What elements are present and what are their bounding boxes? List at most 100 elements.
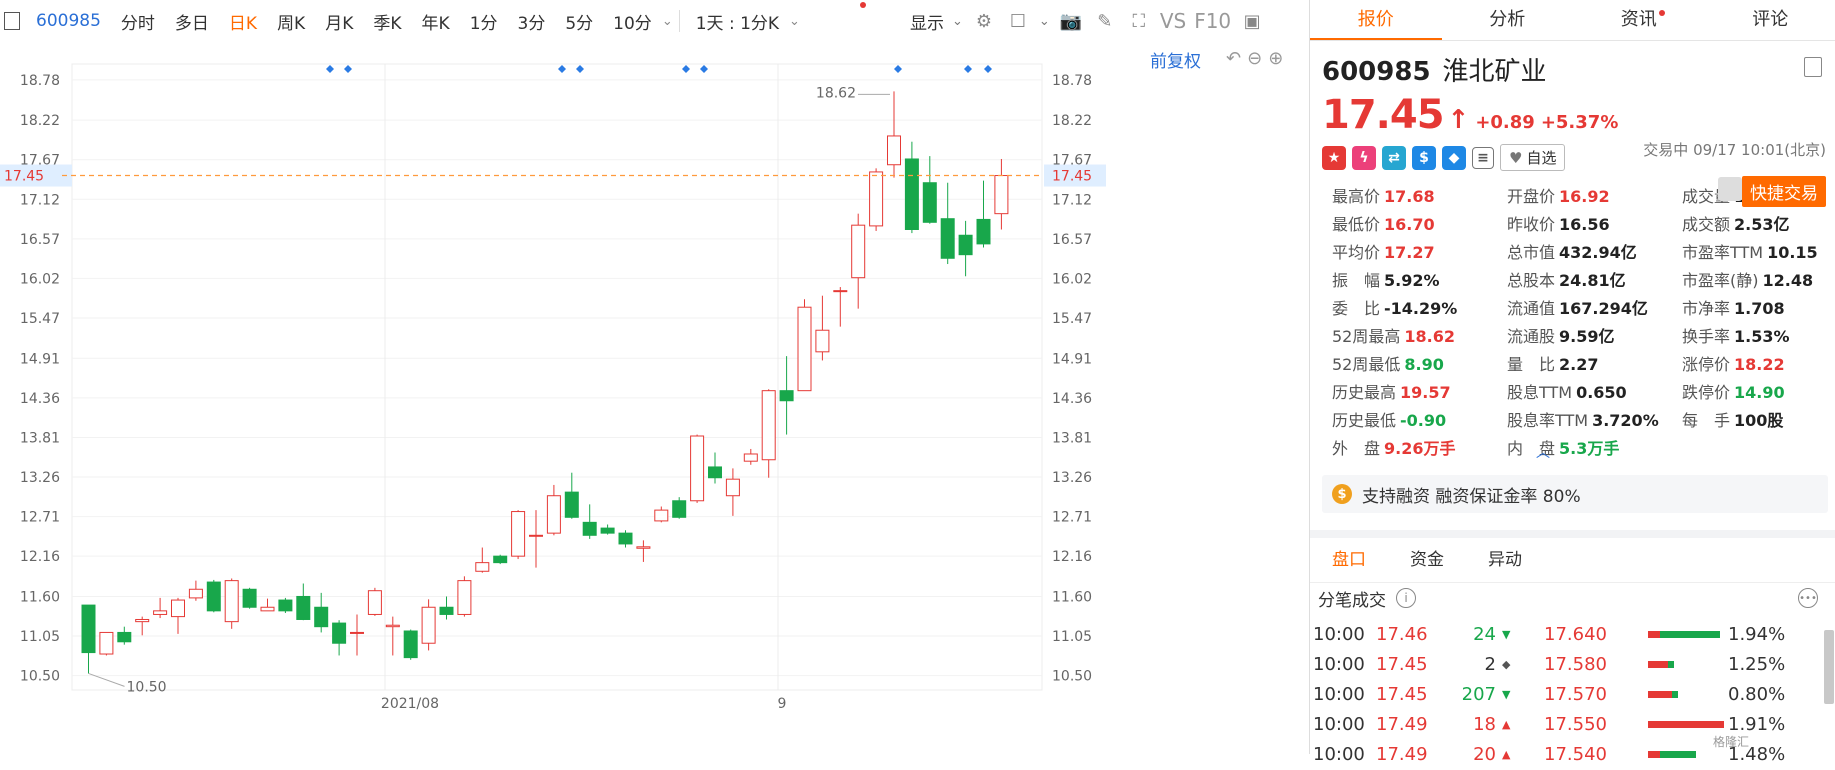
display-menu[interactable]: 显示 xyxy=(910,9,944,34)
collapse-caret-icon[interactable]: ︿ xyxy=(1536,442,1550,462)
stat-19: 量 比2.27 xyxy=(1507,351,1682,375)
tick-price: 17.49 xyxy=(1376,744,1428,765)
tab-weekly-k[interactable]: 周K xyxy=(267,9,315,34)
y-tick-label-left: 13.26 xyxy=(20,470,60,486)
ratio-bar-green xyxy=(1660,721,1724,728)
tab-quarterly-k[interactable]: 季K xyxy=(363,9,411,34)
tag-icon[interactable]: ◆ xyxy=(1442,146,1466,170)
f10-button[interactable]: F10 xyxy=(1194,9,1231,33)
info-icon[interactable]: i xyxy=(1396,588,1416,608)
tab-10min[interactable]: 10分 xyxy=(603,9,662,34)
y-tick-label-right: 11.60 xyxy=(1052,589,1092,605)
candle-body xyxy=(888,136,901,165)
y-tick-label-right: 18.22 xyxy=(1052,113,1092,129)
stock-code: 600985 xyxy=(26,11,111,31)
camera-icon[interactable]: 📷 xyxy=(1058,8,1084,34)
sidebar-toggle-icon[interactable] xyxy=(4,12,20,30)
tab-yearly-k[interactable]: 年K xyxy=(412,9,460,34)
bell-icon[interactable] xyxy=(1718,177,1742,201)
ratio-bar-red xyxy=(1648,661,1668,668)
stat-label: 流通股 xyxy=(1507,327,1555,346)
stat-value: 19.57 xyxy=(1400,383,1451,402)
ratio-bar-red xyxy=(1648,691,1672,698)
zoom-in-icon[interactable]: ⊕ xyxy=(1268,48,1283,69)
chevron-down-icon[interactable]: ⌄ xyxy=(662,14,673,29)
stat-value: 18.22 xyxy=(1734,355,1785,374)
panel-collapse-icon[interactable]: ▣ xyxy=(1239,8,1265,34)
stat-value: 432.94亿 xyxy=(1559,243,1637,262)
stat-label: 52周最低 xyxy=(1332,355,1400,374)
lightning-icon[interactable]: ϟ xyxy=(1352,146,1376,170)
tab-quote[interactable]: 报价 xyxy=(1310,0,1442,40)
event-marker-icon xyxy=(344,65,352,73)
candle-body xyxy=(547,496,560,533)
tab-3min[interactable]: 3分 xyxy=(508,9,556,34)
tab-movements[interactable]: 异动 xyxy=(1466,538,1544,582)
candle-body xyxy=(207,582,220,611)
settings-gear-icon[interactable]: ⚙ xyxy=(971,8,997,34)
stat-6: 平均价17.27 xyxy=(1332,239,1507,263)
report-icon[interactable]: ≡ xyxy=(1472,147,1494,169)
candle-body xyxy=(225,581,238,622)
tab-daily-k[interactable]: 日K xyxy=(219,9,267,34)
tab-fenshi[interactable]: 分时 xyxy=(111,9,165,34)
reset-icon[interactable]: ↶ xyxy=(1226,48,1241,69)
document-icon[interactable] xyxy=(1804,57,1822,77)
book-price: 17.550 xyxy=(1544,714,1607,735)
x-tick-label: 9 xyxy=(778,696,787,712)
tick-time: 10:00 xyxy=(1313,744,1365,765)
tab-1min[interactable]: 1分 xyxy=(460,9,508,34)
notification-dot xyxy=(860,2,866,8)
tab-comments[interactable]: 评论 xyxy=(1705,0,1835,40)
candle-body xyxy=(565,492,578,517)
tab-funds[interactable]: 资金 xyxy=(1388,538,1466,582)
tab-duori[interactable]: 多日 xyxy=(165,9,219,34)
tab-analysis[interactable]: 分析 xyxy=(1442,0,1574,40)
chevron-down-icon[interactable]: ⌄ xyxy=(789,14,800,29)
vs-compare-button[interactable]: VS xyxy=(1160,9,1186,33)
triangle-down-icon: ▼ xyxy=(1502,628,1510,641)
candle-body xyxy=(476,563,489,572)
draw-pencil-icon[interactable]: ✎ xyxy=(1092,8,1118,34)
tab-5min[interactable]: 5分 xyxy=(555,9,603,34)
candle-body xyxy=(726,479,739,496)
connect-icon[interactable]: ⇄ xyxy=(1382,146,1406,170)
fullscreen-icon[interactable]: ⛶ xyxy=(1126,8,1152,34)
fast-trade-button[interactable]: 快捷交易 xyxy=(1742,176,1826,207)
kline-chart[interactable]: 18.7818.7818.2218.2217.6717.6717.1217.12… xyxy=(0,42,1306,754)
candle-body xyxy=(834,291,847,292)
range-select[interactable]: 1天 : 1分K xyxy=(686,9,789,34)
kline-svg[interactable]: 18.7818.7818.2218.2217.6717.6717.1217.12… xyxy=(0,42,1306,754)
tab-order-book[interactable]: 盘口 xyxy=(1310,538,1388,582)
more-options-icon[interactable]: ••• xyxy=(1798,588,1818,608)
scrollbar[interactable] xyxy=(1824,630,1834,704)
candle-body xyxy=(386,625,399,626)
window-square-icon[interactable]: ☐ xyxy=(1005,8,1031,34)
price-row: 17.45 ↑ +0.89 +5.37% xyxy=(1322,92,1826,138)
china-flag-icon[interactable]: ★ xyxy=(1322,146,1346,170)
tab-monthly-k[interactable]: 月K xyxy=(315,9,363,34)
adjust-mode-button[interactable]: 前复权 xyxy=(1150,47,1201,72)
dollar-icon[interactable]: $ xyxy=(1412,146,1436,170)
stat-1: 开盘价16.92 xyxy=(1507,183,1682,207)
candle-body xyxy=(154,611,167,615)
tab-news[interactable]: 资讯 xyxy=(1573,0,1705,40)
chevron-down-icon[interactable]: ⌄ xyxy=(952,14,963,29)
y-tick-label-left: 16.02 xyxy=(20,271,60,287)
tick-row: 10:0017.4918▲17.5501.91% xyxy=(1310,710,1835,740)
stat-value: 167.294亿 xyxy=(1559,299,1648,318)
tick-row: 10:0017.4920▲17.5401.48% xyxy=(1310,740,1835,770)
stats-grid: 最高价17.68开盘价16.92成交量14.67万手最低价16.70昨收价16.… xyxy=(1322,183,1826,459)
candle-body xyxy=(762,391,775,460)
y-tick-label-left: 11.05 xyxy=(20,629,60,645)
candle-body xyxy=(798,307,811,390)
price-change-pct: +5.37% xyxy=(1541,112,1619,133)
stat-label: 总股本 xyxy=(1507,271,1555,290)
ticks-title: 分笔成交 xyxy=(1318,586,1386,611)
high-annotation-label: 18.62 xyxy=(816,85,856,101)
stat-16: 流通股9.59亿 xyxy=(1507,323,1682,347)
chevron-down-icon[interactable]: ⌄ xyxy=(1039,14,1050,29)
watchlist-button[interactable]: ♥自选 xyxy=(1500,144,1565,171)
zoom-out-icon[interactable]: ⊖ xyxy=(1247,48,1262,69)
book-price: 17.640 xyxy=(1544,624,1607,645)
